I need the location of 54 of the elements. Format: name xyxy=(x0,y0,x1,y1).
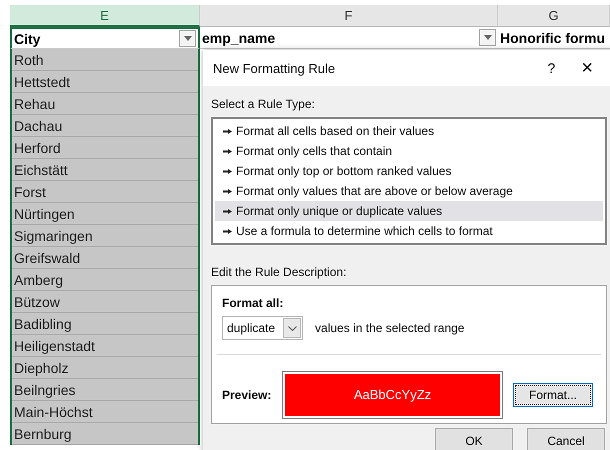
rule-type-item[interactable]: Format only unique or duplicate values xyxy=(215,201,603,221)
filter-button[interactable] xyxy=(479,29,496,46)
bullet-icon xyxy=(223,189,232,194)
cancel-button[interactable]: Cancel xyxy=(527,428,605,450)
table-cell: Sigmaringen xyxy=(12,225,198,247)
ok-button[interactable]: OK xyxy=(435,428,513,450)
rule-type-item[interactable]: Format all cells based on their values xyxy=(215,121,603,141)
table-cell: Bützow xyxy=(12,291,198,313)
table-cell: Forst xyxy=(12,181,198,203)
dropdown-suffix: values in the selected range xyxy=(315,321,464,335)
table-cell: Main-Höchst xyxy=(12,401,198,423)
table-cell: Hettstedt xyxy=(12,71,198,93)
rule-type-item[interactable]: Format only cells that contain xyxy=(215,141,603,161)
format-button[interactable]: Format... xyxy=(513,383,593,407)
chevron-icon xyxy=(288,326,297,330)
column-header[interactable]: G xyxy=(498,5,610,27)
bullet-icon xyxy=(223,149,232,154)
section-label: Select a Rule Type: xyxy=(211,97,316,111)
filter-button[interactable] xyxy=(179,30,196,47)
table-cell: Nürtingen xyxy=(12,203,198,225)
column-header[interactable]: E xyxy=(10,5,200,27)
rule-type-item[interactable]: Use a formula to determine which cells to format xyxy=(215,221,603,241)
rule-type-item[interactable]: Format only top or bottom ranked values xyxy=(215,161,603,181)
preview-sample: AaBbCcYyZz xyxy=(285,374,500,416)
table-cell: Dachau xyxy=(12,115,198,137)
preview-label: Preview: xyxy=(222,388,272,402)
column-header[interactable]: F xyxy=(200,5,498,27)
close-button[interactable]: × xyxy=(575,58,599,78)
table-cell: Amberg xyxy=(12,269,198,291)
header-text: Honorific formu xyxy=(500,30,605,46)
help-button[interactable]: ? xyxy=(542,58,562,78)
table-cell: Bernburg xyxy=(12,423,198,445)
duplicate-dropdown[interactable]: duplicate xyxy=(222,316,304,340)
table-cell: Diepholz xyxy=(12,357,198,379)
caret-icon xyxy=(184,36,192,41)
bullet-icon xyxy=(223,229,232,234)
table-cell: Badibling xyxy=(12,313,198,335)
caret-icon xyxy=(484,35,492,40)
table-cell: Greifswald xyxy=(12,247,198,269)
table-cell: Roth xyxy=(12,49,198,71)
bullet-icon xyxy=(223,129,232,134)
header-text: emp_name xyxy=(202,30,276,46)
dialog-title: New Formatting Rule xyxy=(213,60,336,76)
rule-type-item[interactable]: Format only values that are above or below average xyxy=(215,181,603,201)
table-cell: Eichstätt xyxy=(12,159,198,181)
table-cell: Rehau xyxy=(12,93,198,115)
section-label: Edit the Rule Description: xyxy=(211,265,348,279)
header-text: City xyxy=(14,30,40,46)
bullet-icon xyxy=(223,169,232,174)
table-cell: Herford xyxy=(12,137,198,159)
bullet-icon xyxy=(223,209,232,214)
format-all-label: Format all: xyxy=(222,296,284,310)
table-cell: Beilngries xyxy=(12,379,198,401)
table-cell: Heiligenstadt xyxy=(12,335,198,357)
